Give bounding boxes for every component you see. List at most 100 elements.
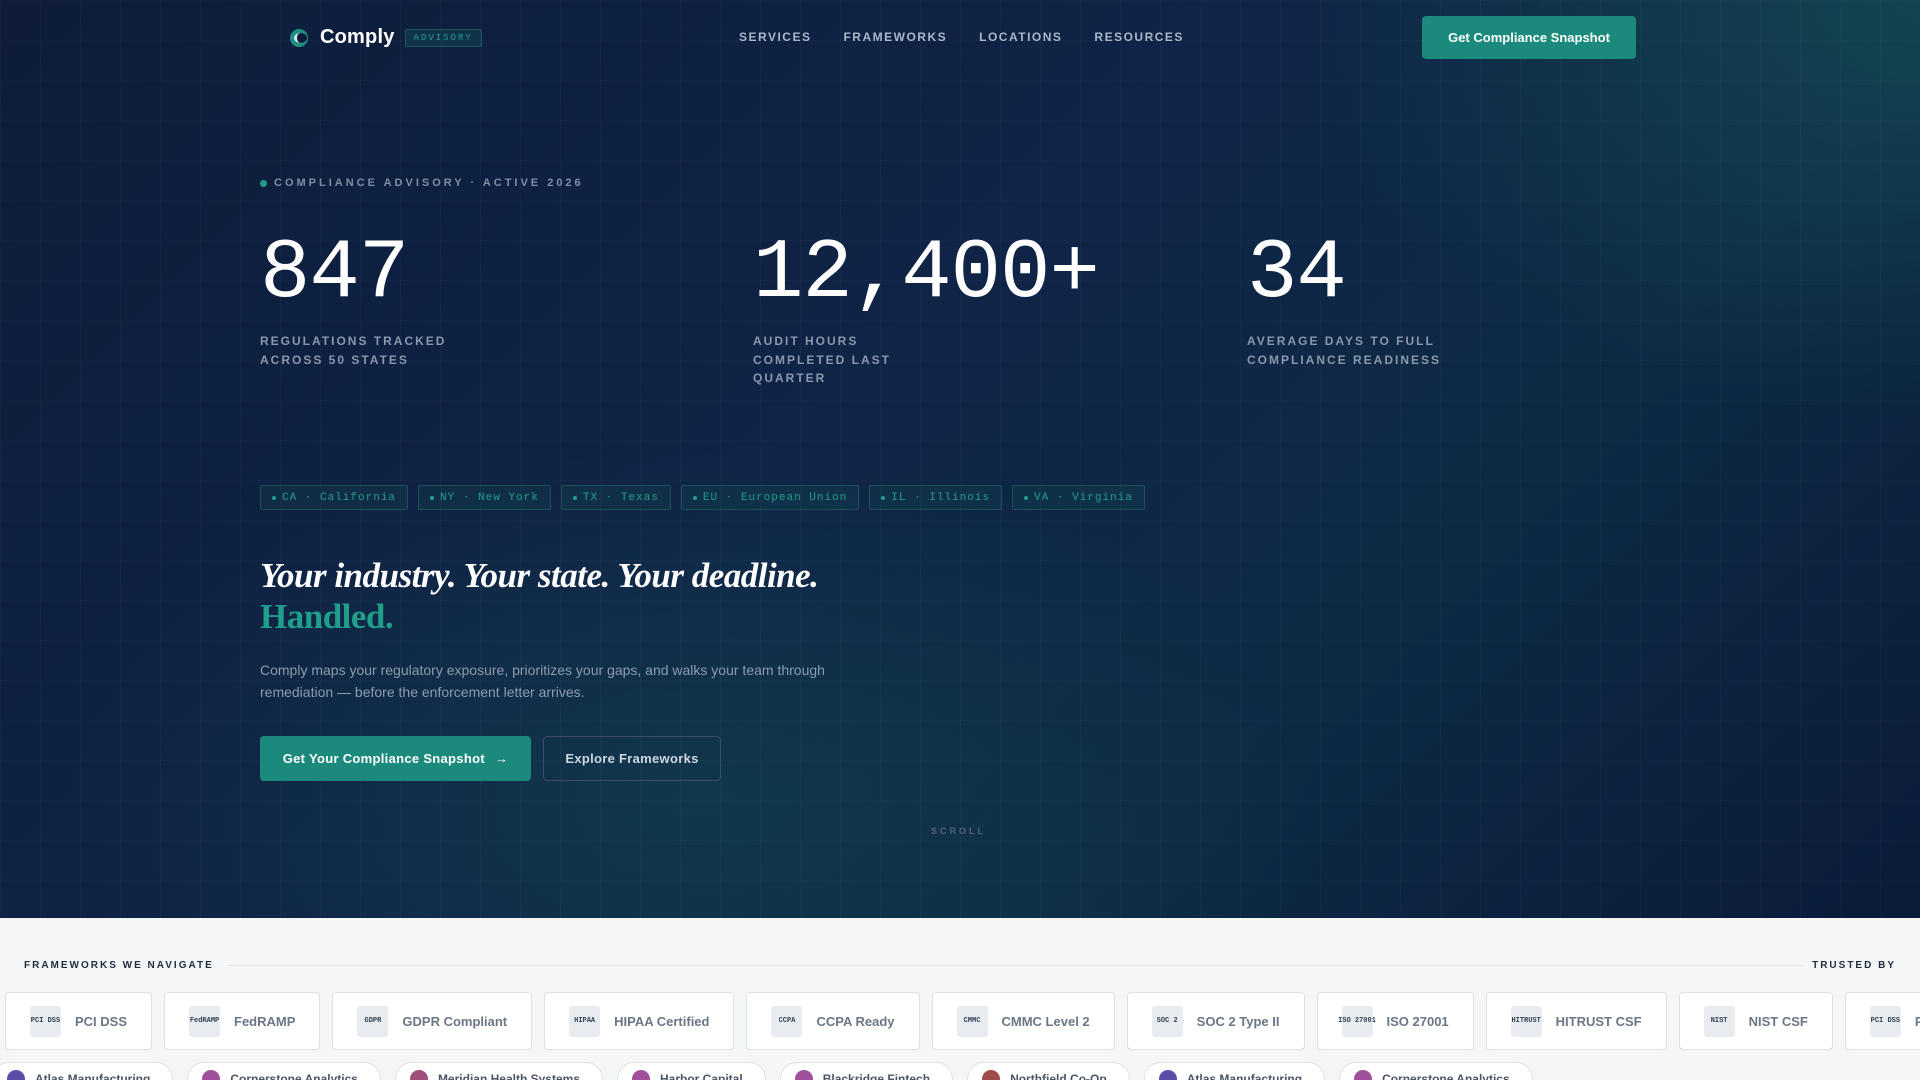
scroll-indicator[interactable]: SCROLL	[931, 826, 986, 836]
framework-card[interactable]: NIST NIST CSF	[1678, 992, 1833, 1050]
clients-row: Atlas Manufacturing Cornerstone Analytics…	[0, 1062, 1533, 1080]
main-menu: SERVICES FRAMEWORKS LOCATIONS RESOURCES	[739, 30, 1184, 44]
framework-badge-icon: ISO 27001	[1338, 1005, 1376, 1037]
client-pill: Harbor Capital	[617, 1062, 766, 1080]
client-pill: Atlas Manufacturing	[1143, 1062, 1326, 1080]
framework-card[interactable]: FedRAMP FedRAMP	[164, 992, 321, 1050]
stat-value: 34	[1247, 227, 1347, 322]
stat-label-line: QUARTER	[753, 371, 827, 385]
stat-label-line: COMPLETED LAST	[753, 352, 891, 367]
framework-name: HIPAA Certified	[614, 1013, 710, 1029]
client-avatar-icon	[409, 1070, 428, 1080]
framework-badge-icon: HIPAA	[569, 1005, 601, 1037]
nav-frameworks[interactable]: FRAMEWORKS	[843, 30, 947, 44]
framework-badge-icon: CMMC	[956, 1005, 988, 1037]
client-avatar-icon	[794, 1070, 813, 1080]
nav-resources[interactable]: RESOURCES	[1094, 30, 1184, 44]
client-pill: Cornerstone Analytics	[187, 1062, 381, 1080]
arrow-right-icon: →	[494, 751, 509, 766]
state-chip-ca[interactable]: CA · California	[260, 485, 409, 510]
framework-card[interactable]: PCI DSS PCI DSS	[1844, 992, 1920, 1050]
framework-name: FedRAMP	[234, 1013, 296, 1029]
framework-name: PCI DSS	[1914, 1013, 1920, 1029]
client-avatar-icon	[1158, 1070, 1177, 1080]
stat-label-line: COMPLIANCE READINESS	[1247, 352, 1442, 367]
frameworks-row: PCI DSS PCI DSS FedRAMP FedRAMP GDPR GDPR Com…	[5, 992, 1920, 1050]
framework-badge-icon: PCI DSS	[1869, 1005, 1901, 1037]
hero-subtext: Comply maps your regulatory exposure, pr…	[260, 662, 825, 700]
framework-name: CMMC Level 2	[1001, 1013, 1090, 1029]
framework-card[interactable]: SOC 2 SOC 2 Type II	[1126, 992, 1305, 1050]
stat-audit-hours: 12,400+ AUDIT HOURS COMPLETED LAST QUART…	[753, 225, 1100, 388]
framework-card[interactable]: CMMC CMMC Level 2	[931, 992, 1115, 1050]
stat-label: AUDIT HOURS COMPLETED LAST QUARTER	[753, 332, 1099, 388]
status-dot-icon	[260, 179, 267, 187]
framework-badge-icon: FedRAMP	[189, 1005, 221, 1037]
framework-badge-icon: HITRUST	[1510, 1005, 1542, 1037]
framework-badge-icon: SOC 2	[1151, 1005, 1183, 1037]
framework-card[interactable]: HIPAA HIPAA Certified	[544, 992, 735, 1050]
get-snapshot-button[interactable]: Get Your Compliance Snapshot →	[260, 736, 531, 781]
frameworks-section: FRAMEWORKS WE NAVIGATE TRUSTED BY PCI DS…	[0, 918, 1920, 1080]
stat-value: 12,400+	[753, 227, 1100, 322]
client-pill: Cornerstone Analytics	[1339, 1062, 1533, 1080]
nav-services[interactable]: SERVICES	[739, 30, 811, 44]
client-pill: Meridian Health Systems	[394, 1062, 603, 1080]
stat-label-line: REGULATIONS TRACKED	[260, 334, 447, 348]
framework-badge-icon: NIST	[1703, 1005, 1735, 1037]
state-chips: CA · California NY · New York TX · Texas…	[260, 485, 1145, 510]
client-pill: Northfield Co-Op	[967, 1062, 1130, 1080]
stat-label: AVERAGE DAYS TO FULL COMPLIANCE READINES…	[1247, 332, 1441, 369]
framework-name: HITRUST CSF	[1555, 1013, 1642, 1029]
logo-icon	[290, 28, 308, 47]
client-name: Meridian Health Systems	[437, 1072, 580, 1080]
framework-name: SOC 2 Type II	[1196, 1013, 1280, 1029]
get-snapshot-label: Get Your Compliance Snapshot	[282, 751, 485, 766]
client-name: Harbor Capital	[660, 1072, 743, 1080]
client-name: Atlas Manufacturing	[35, 1072, 151, 1080]
framework-badge-icon: PCI DSS	[30, 1005, 61, 1037]
stat-value: 847	[260, 227, 409, 322]
client-name: Blackridge Fintech	[822, 1072, 931, 1080]
nav-snapshot-button[interactable]: Get Compliance Snapshot	[1422, 16, 1636, 59]
client-name: Northfield Co-Op	[1010, 1072, 1107, 1080]
client-name: Cornerstone Analytics	[230, 1072, 358, 1080]
state-chip-tx[interactable]: TX · Texas	[560, 485, 671, 510]
advisory-badge: ADVISORY	[404, 28, 482, 47]
client-avatar-icon	[632, 1070, 650, 1080]
client-pill: Blackridge Fintech	[779, 1062, 954, 1080]
client-pill: Atlas Manufacturing	[0, 1062, 174, 1080]
client-avatar-icon	[7, 1070, 25, 1080]
framework-card[interactable]: HITRUST HITRUST CSF	[1485, 992, 1667, 1050]
eyebrow: COMPLIANCE ADVISORY · ACTIVE 2026	[260, 177, 584, 189]
state-chip-va[interactable]: VA · Virginia	[1012, 485, 1145, 510]
framework-card[interactable]: GDPR GDPR Compliant	[332, 992, 533, 1050]
stat-days: 34 AVERAGE DAYS TO FULL COMPLIANCE READI…	[1247, 225, 1441, 369]
state-chip-il[interactable]: IL · Illinois	[869, 485, 1003, 510]
hero-headline: Your industry. Your state. Your deadline…	[260, 555, 819, 637]
hero-section: Comply ADVISORY SERVICES FRAMEWORKS LOCA…	[0, 0, 1920, 918]
headline-text: Your industry. Your state. Your deadline…	[260, 556, 819, 595]
state-chip-ny[interactable]: NY · New York	[418, 485, 551, 510]
explore-frameworks-button[interactable]: Explore Frameworks	[543, 736, 721, 781]
state-chip-eu[interactable]: EU · European Union	[680, 485, 860, 510]
stat-label-line: AVERAGE DAYS TO FULL	[1247, 334, 1435, 348]
stat-label-line: AUDIT HOURS	[753, 334, 859, 348]
divider	[227, 965, 1802, 966]
top-nav: Comply ADVISORY SERVICES FRAMEWORKS LOCA…	[0, 0, 1920, 75]
framework-card[interactable]: CCPA CCPA Ready	[746, 992, 920, 1050]
stat-regulations: 847 REGULATIONS TRACKED ACROSS 50 STATES	[260, 225, 446, 369]
frameworks-label: FRAMEWORKS WE NAVIGATE	[24, 960, 214, 971]
framework-card[interactable]: PCI DSS PCI DSS	[5, 992, 153, 1050]
framework-name: CCPA Ready	[816, 1013, 895, 1029]
framework-name: NIST CSF	[1748, 1013, 1808, 1029]
framework-badge-icon: CCPA	[771, 1005, 803, 1037]
client-name: Cornerstone Analytics	[1382, 1072, 1510, 1080]
trusted-by-label: TRUSTED BY	[1812, 960, 1896, 971]
framework-card[interactable]: ISO 27001 ISO 27001	[1316, 992, 1474, 1050]
stat-label: REGULATIONS TRACKED ACROSS 50 STATES	[260, 332, 446, 369]
nav-locations[interactable]: LOCATIONS	[979, 30, 1062, 44]
headline-accent: Handled.	[260, 597, 394, 636]
logo[interactable]: Comply ADVISORY	[290, 26, 482, 49]
client-avatar-icon	[202, 1070, 221, 1080]
